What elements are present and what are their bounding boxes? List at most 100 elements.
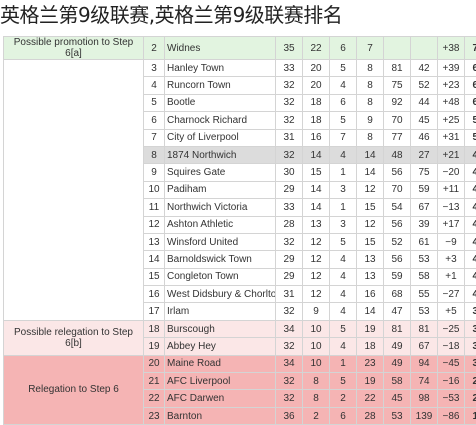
cell-rank: 21 <box>144 373 165 390</box>
cell-rank: 10 <box>144 181 165 198</box>
cell-ga: 55 <box>411 286 438 303</box>
cell-ga <box>411 37 438 60</box>
note-empty <box>4 60 144 321</box>
cell-ga: 52 <box>411 77 438 94</box>
cell-team[interactable]: Northwich Victoria <box>165 199 276 216</box>
cell-team[interactable]: Congleton Town <box>165 268 276 285</box>
cell-pld: 32 <box>276 390 303 407</box>
cell-team[interactable]: Hanley Town <box>165 60 276 77</box>
cell-d: 6 <box>330 94 357 111</box>
cell-rank: 5 <box>144 94 165 111</box>
cell-ga: 45 <box>411 112 438 129</box>
cell-team[interactable]: Winsford United <box>165 233 276 250</box>
cell-pts: 40 <box>465 251 476 268</box>
cell-gd: −16 <box>438 373 465 390</box>
cell-gd: −13 <box>438 199 465 216</box>
cell-gd: −18 <box>438 338 465 355</box>
table-row: Possible promotion to Step 6[a]2Widnes35… <box>4 37 476 60</box>
cell-d: 1 <box>330 199 357 216</box>
cell-team[interactable]: Bootle <box>165 94 276 111</box>
cell-d: 5 <box>330 112 357 129</box>
cell-d: 4 <box>330 338 357 355</box>
cell-gf: 81 <box>384 60 411 77</box>
cell-w: 22 <box>303 37 330 60</box>
cell-pld: 34 <box>276 355 303 372</box>
cell-w: 16 <box>303 129 330 146</box>
cell-d: 7 <box>330 129 357 146</box>
cell-ga: 98 <box>411 390 438 407</box>
cell-team[interactable]: Abbey Hey <box>165 338 276 355</box>
cell-gd: +3 <box>438 251 465 268</box>
cell-w: 18 <box>303 112 330 129</box>
cell-pld: 33 <box>276 199 303 216</box>
cell-team[interactable]: Irlam <box>165 303 276 320</box>
cell-team[interactable]: Barnoldswick Town <box>165 251 276 268</box>
cell-team[interactable]: Widnes <box>165 37 276 60</box>
cell-team[interactable]: Burscough <box>165 320 276 337</box>
cell-gf: 75 <box>384 77 411 94</box>
cell-pld: 29 <box>276 181 303 198</box>
cell-gd: +1 <box>438 268 465 285</box>
cell-rank: 7 <box>144 129 165 146</box>
cell-ga: 59 <box>411 181 438 198</box>
cell-gd: +21 <box>438 146 465 163</box>
cell-w: 12 <box>303 286 330 303</box>
cell-gd: −86 <box>438 407 465 424</box>
cell-team[interactable]: City of Liverpool <box>165 129 276 146</box>
cell-pts: 64 <box>465 77 476 94</box>
cell-w: 12 <box>303 233 330 250</box>
cell-rank: 9 <box>144 164 165 181</box>
cell-pts: 55 <box>465 129 476 146</box>
cell-pld: 32 <box>276 146 303 163</box>
cell-pld: 31 <box>276 286 303 303</box>
cell-pts: 42 <box>465 216 476 233</box>
cell-l: 8 <box>357 94 384 111</box>
cell-team[interactable]: Barnton <box>165 407 276 424</box>
cell-pts: 40 <box>465 268 476 285</box>
cell-rank: 6 <box>144 112 165 129</box>
cell-l: 8 <box>357 60 384 77</box>
cell-l: 9 <box>357 112 384 129</box>
cell-team[interactable]: Charnock Richard <box>165 112 276 129</box>
cell-d: 4 <box>330 286 357 303</box>
league-table: Possible promotion to Step 6[a]2Widnes35… <box>3 36 476 425</box>
cell-team[interactable]: 1874 Northwich <box>165 146 276 163</box>
cell-ga: 27 <box>411 146 438 163</box>
cell-team[interactable]: Ashton Athletic <box>165 216 276 233</box>
cell-pts: 46 <box>465 164 476 181</box>
cell-l: 13 <box>357 251 384 268</box>
cell-team[interactable]: Runcorn Town <box>165 77 276 94</box>
cell-w: 9 <box>303 303 330 320</box>
cell-team[interactable]: AFC Liverpool <box>165 373 276 390</box>
cell-gf: 56 <box>384 216 411 233</box>
cell-w: 18 <box>303 94 330 111</box>
cell-pld: 32 <box>276 112 303 129</box>
cell-gf: 47 <box>384 303 411 320</box>
cell-w: 10 <box>303 320 330 337</box>
cell-d: 1 <box>330 355 357 372</box>
cell-team[interactable]: AFC Darwen <box>165 390 276 407</box>
cell-w: 20 <box>303 77 330 94</box>
cell-l: 14 <box>357 164 384 181</box>
cell-pts: 43 <box>465 199 476 216</box>
cell-gf: 58 <box>384 373 411 390</box>
cell-ga: 53 <box>411 251 438 268</box>
cell-pld: 32 <box>276 94 303 111</box>
cell-team[interactable]: Maine Road <box>165 355 276 372</box>
cell-pts: 40 <box>465 286 476 303</box>
cell-gf: 56 <box>384 251 411 268</box>
cell-gf: 54 <box>384 199 411 216</box>
cell-team[interactable]: West Didsbury & Chorlton <box>165 286 276 303</box>
cell-l: 18 <box>357 338 384 355</box>
cell-team[interactable]: Padiham <box>165 181 276 198</box>
cell-l: 8 <box>357 77 384 94</box>
cell-w: 14 <box>303 146 330 163</box>
cell-d: 4 <box>330 268 357 285</box>
cell-rank: 12 <box>144 216 165 233</box>
cell-l: 12 <box>357 181 384 198</box>
cell-gd: +11 <box>438 181 465 198</box>
cell-team[interactable]: Squires Gate <box>165 164 276 181</box>
cell-gd: +5 <box>438 303 465 320</box>
cell-gd: −20 <box>438 164 465 181</box>
cell-rank: 17 <box>144 303 165 320</box>
